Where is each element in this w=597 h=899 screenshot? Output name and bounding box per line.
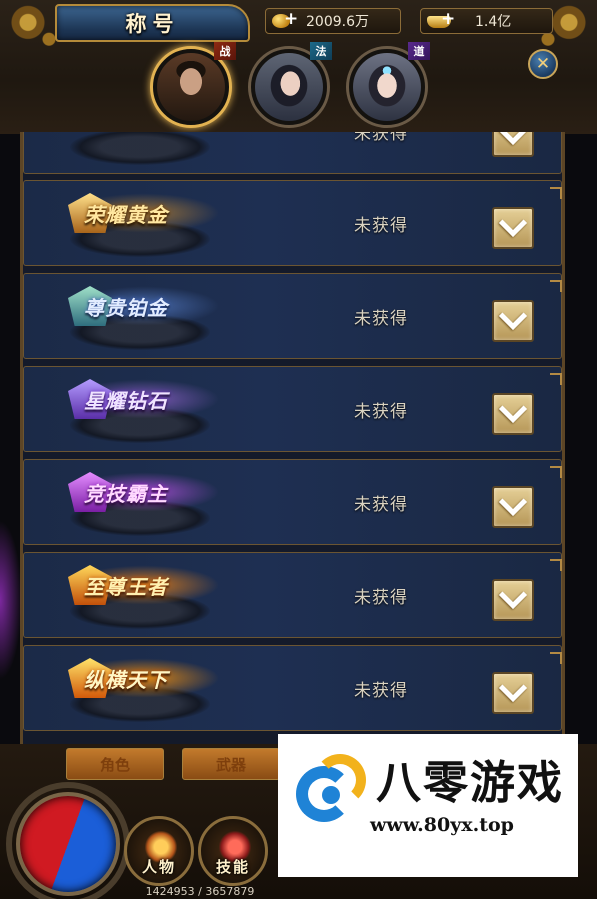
tab-label: 武器 [215,755,246,774]
page-title-plate: 称号 [55,4,250,42]
expand-button[interactable] [492,672,534,714]
title-row[interactable]: 星耀钻石 未获得 [23,366,562,452]
tab-character[interactable]: 角色 [66,748,164,780]
tab-weapon[interactable]: 武器 [182,748,280,780]
title-row[interactable]: 至尊王者 未获得 [23,552,562,638]
title-emblem-platinum: 尊贵铂金 [44,278,244,334]
watermark: 八零游戏 www.80yx.top [278,734,578,877]
title-name: 至尊王者 [84,575,168,599]
title-name: 竞技霸主 [84,482,168,506]
expand-button[interactable] [492,393,534,435]
title-row[interactable]: 竞技霸主 未获得 [23,459,562,545]
exp-text: 1424953 / 3657879 [145,885,255,898]
title-emblem-diamond: 星耀钻石 [44,371,244,427]
gold-currency[interactable]: 2009.6万 [265,8,401,34]
title-status: 未获得 [354,495,408,515]
title-status: 未获得 [354,402,408,422]
chevron-down-icon [498,580,528,610]
skills-button[interactable]: 技能 [198,816,268,886]
title-row[interactable]: 尊贵铂金 未获得 [23,273,562,359]
title-status: 未获得 [354,681,408,701]
title-list[interactable]: 未获得 荣耀黄金 未获得 尊贵铂金 未获得 星耀钻石 未获得 竞技霸主 未获得 … [20,132,565,744]
watermark-brand: 八零游戏 [376,756,565,809]
close-button[interactable]: ✕ [528,49,558,79]
logo-dot [322,786,340,804]
title-emblem-gold: 荣耀黄金 [44,185,244,241]
skills-label: 技能 [215,858,250,876]
ingot-amount: 1.4亿 [475,14,512,30]
title-row[interactable]: 荣耀黄金 未获得 [23,180,562,266]
header: 称号 2009.6万 1.4亿 战 法 道 ✕ [0,0,597,134]
watermark-url: www.80yx.top [370,814,514,836]
hp-mp-orb [6,782,130,899]
title-status: 未获得 [354,216,408,236]
character-label: 人物 [141,858,176,876]
gold-coin-icon[interactable] [272,9,300,30]
mage-portrait [255,53,323,121]
class-badge-taoist: 道 [408,42,430,60]
exp-bar: 1424953 / 3657879 [120,885,280,899]
title-emblem-world: 纵横天下 [44,650,244,706]
title-status: 未获得 [354,309,408,329]
chevron-down-icon [498,394,528,424]
class-badge-mage: 法 [310,42,332,60]
page-title: 称号 [125,12,180,36]
watermark-logo-icon [292,748,372,828]
warrior-portrait [157,53,225,121]
title-name: 尊贵铂金 [84,296,168,320]
expand-button[interactable] [492,207,534,249]
title-name: 荣耀黄金 [84,203,168,227]
chevron-down-icon [498,208,528,238]
title-name: 纵横天下 [84,668,168,692]
expand-button[interactable] [492,132,534,157]
title-status: 未获得 [354,132,408,144]
title-row[interactable]: 未获得 [23,132,562,174]
expand-button[interactable] [492,579,534,621]
chevron-down-icon [498,301,528,331]
tab-label: 角色 [99,755,130,774]
side-glow [0,520,22,680]
gold-ingot-icon[interactable] [427,9,459,30]
character-button[interactable]: 人物 [124,816,194,886]
title-emblem-hegemon: 竞技霸主 [44,464,244,520]
title-row[interactable]: 纵横天下 未获得 [23,645,562,731]
title-name: 星耀钻石 [84,389,168,413]
gold-amount: 2009.6万 [306,14,369,30]
title-emblem-king: 至尊王者 [44,557,244,613]
title-status: 未获得 [354,588,408,608]
chevron-down-icon [498,487,528,517]
chevron-down-icon [498,673,528,703]
close-icon: ✕ [535,54,551,74]
expand-button[interactable] [492,486,534,528]
chevron-down-icon [498,132,528,146]
ingot-currency[interactable]: 1.4亿 [420,8,553,34]
expand-button[interactable] [492,300,534,342]
class-badge-warrior: 战 [214,42,236,60]
taoist-portrait [353,53,421,121]
